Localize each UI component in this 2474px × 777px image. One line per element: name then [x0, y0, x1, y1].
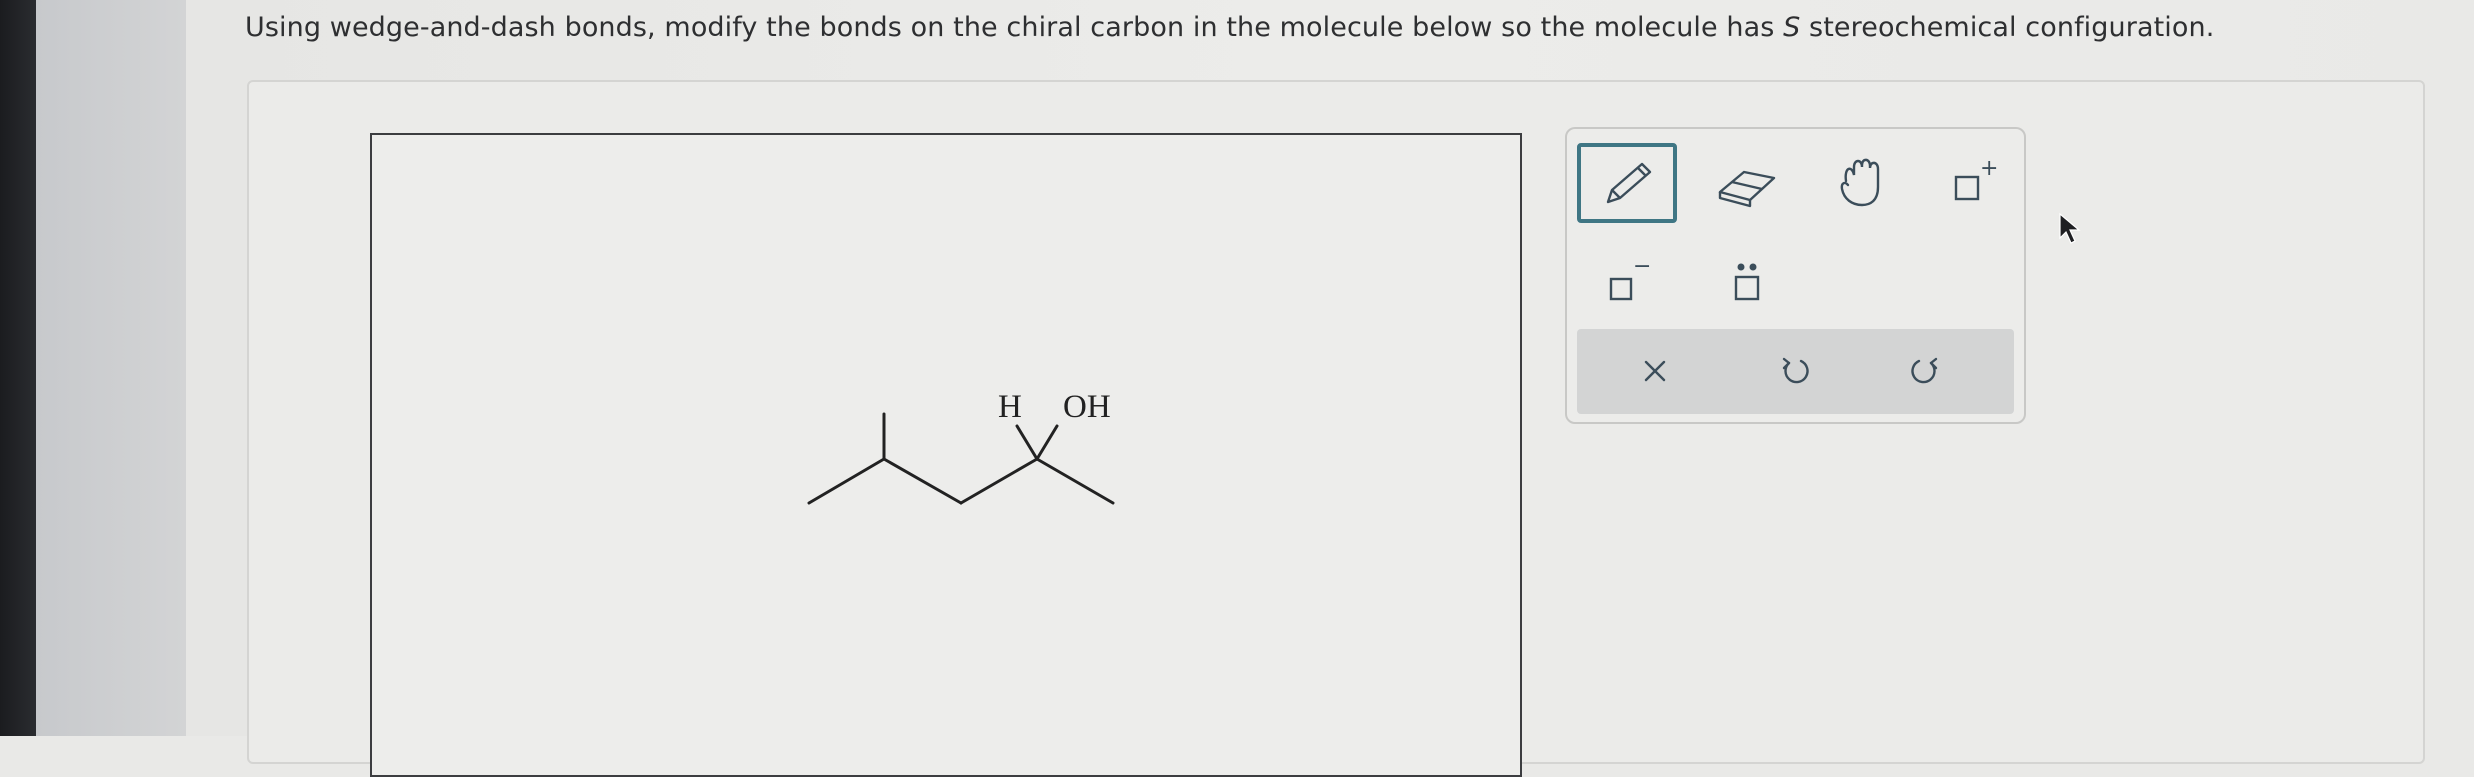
- configuration-letter: S: [1783, 12, 1801, 43]
- negative-charge-icon: −: [1609, 255, 1651, 301]
- bond-chiral-oh[interactable]: [1035, 424, 1059, 461]
- mouse-pointer-icon: [2059, 212, 2081, 244]
- svg-text:+: +: [1980, 156, 1998, 181]
- left-sidebar: [36, 0, 186, 736]
- add-negative-charge-tool[interactable]: −: [1577, 243, 1677, 323]
- eraser-icon: [1718, 170, 1776, 208]
- undo-button[interactable]: [1765, 341, 1825, 401]
- screen-bezel: [0, 0, 36, 736]
- atom-h[interactable]: H: [998, 389, 1022, 425]
- add-lone-pair-tool[interactable]: [1697, 243, 1797, 323]
- clear-icon: [1644, 360, 1666, 382]
- positive-charge-icon: +: [1954, 156, 1998, 201]
- svg-text:−: −: [1633, 255, 1651, 279]
- bond-methyl-left[interactable]: [807, 457, 886, 505]
- redo-button[interactable]: [1895, 341, 1955, 401]
- question-text: Using wedge-and-dash bonds, modify the b…: [245, 12, 2215, 43]
- hand-icon: [1840, 158, 1880, 207]
- action-bar: [1577, 329, 2014, 414]
- pencil-tool[interactable]: [1577, 143, 1677, 223]
- lone-pair-icon: [1734, 263, 1760, 301]
- molecule-drawing: H OH: [807, 389, 1115, 505]
- redo-icon: [1911, 357, 1938, 384]
- clear-button[interactable]: [1625, 341, 1685, 401]
- pencil-icon: [1606, 162, 1652, 204]
- move-tool[interactable]: [1812, 143, 1912, 223]
- bond-ch2-chiral[interactable]: [959, 457, 1039, 505]
- atom-oh[interactable]: OH: [1063, 389, 1111, 425]
- add-positive-charge-tool[interactable]: +: [1922, 143, 2022, 223]
- undo-icon: [1782, 357, 1809, 384]
- bond-chiral-methyl[interactable]: [1035, 457, 1115, 505]
- bond-ch-ch2[interactable]: [882, 457, 963, 505]
- drawing-canvas[interactable]: H OH: [370, 133, 1522, 777]
- drawing-toolbox: + −: [1565, 127, 2026, 424]
- bond-chiral-h[interactable]: [1015, 424, 1039, 461]
- eraser-tool[interactable]: [1697, 143, 1797, 223]
